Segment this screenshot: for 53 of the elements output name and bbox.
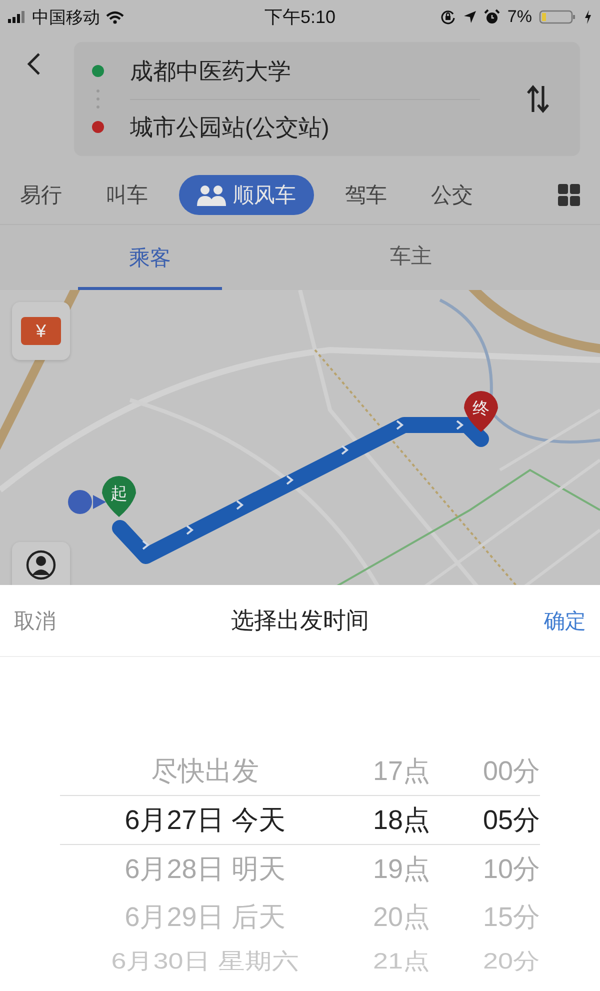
alarm-icon <box>484 9 500 25</box>
more-button[interactable] <box>558 184 580 206</box>
coupon-button[interactable]: ¥ <box>12 302 70 360</box>
mode-tab[interactable]: 叫车 <box>93 175 161 215</box>
minute-option[interactable]: 20分 <box>482 946 540 976</box>
hour-option[interactable]: 20点 <box>372 899 430 935</box>
cancel-button[interactable]: 取消 <box>14 606 56 634</box>
date-option[interactable]: 6月27日 今天 <box>124 802 286 838</box>
picker-row[interactable]: 6月29日 后天 20点 15分 <box>60 893 540 941</box>
minute-option[interactable]: 00分 <box>482 753 540 789</box>
grid-icon <box>558 184 580 206</box>
mode-tab[interactable]: 易行 <box>20 175 75 215</box>
location-arrow-icon <box>463 10 478 24</box>
confirm-button[interactable]: 确定 <box>544 606 586 634</box>
carrier-name: 中国移动 <box>32 6 100 28</box>
mode-tab[interactable]: 公交 <box>418 175 486 215</box>
back-icon <box>27 52 41 76</box>
map-pin: 起 <box>102 476 136 517</box>
destination-field[interactable]: 城市公园站(公交站) <box>130 112 330 142</box>
mode-tab[interactable]: 顺风车 <box>179 175 314 215</box>
profile-button[interactable] <box>12 542 70 585</box>
rotation-lock-icon <box>440 9 456 25</box>
date-option[interactable]: 尽快出发 <box>151 753 259 789</box>
charging-icon <box>584 10 592 24</box>
origin-dot <box>92 65 104 77</box>
sheet-title: 选择出发时间 <box>231 606 369 635</box>
minute-option[interactable]: 10分 <box>482 851 540 887</box>
picker-row[interactable]: 尽快出发 17点 00分 <box>60 747 540 795</box>
wifi-icon <box>106 10 124 24</box>
user-icon <box>26 550 56 580</box>
picker-row[interactable]: 6月30日 星期六 21点 20分 <box>60 941 540 981</box>
date-option[interactable]: 6月30日 星期六 <box>111 946 299 976</box>
date-option[interactable]: 6月29日 后天 <box>124 899 286 935</box>
status-time: 下午5:10 <box>264 6 336 29</box>
map-pin: 终 <box>464 391 498 432</box>
battery-percent: 7% <box>507 7 532 27</box>
origin-field[interactable]: 成都中医药大学 <box>130 56 291 86</box>
selected-row[interactable]: 6月27日 今天 18点 05分 <box>60 795 540 845</box>
minute-option[interactable]: 05分 <box>482 802 540 838</box>
mode-tab[interactable]: 驾车 <box>332 175 400 215</box>
hour-option[interactable]: 19点 <box>372 851 430 887</box>
hour-option[interactable]: 18点 <box>372 802 430 838</box>
battery-icon <box>539 9 577 25</box>
hour-option[interactable]: 17点 <box>372 753 430 789</box>
date-option[interactable]: 6月28日 明天 <box>124 851 286 887</box>
hour-option[interactable]: 21点 <box>372 946 430 976</box>
swap-icon <box>526 84 550 114</box>
location-dot <box>68 490 106 514</box>
role-tab[interactable]: 车主 <box>222 225 600 290</box>
picker-row[interactable]: 6月28日 明天 19点 10分 <box>60 845 540 893</box>
destination-dot <box>92 121 104 133</box>
minute-option[interactable]: 15分 <box>482 899 540 935</box>
signal-icon <box>8 11 26 23</box>
